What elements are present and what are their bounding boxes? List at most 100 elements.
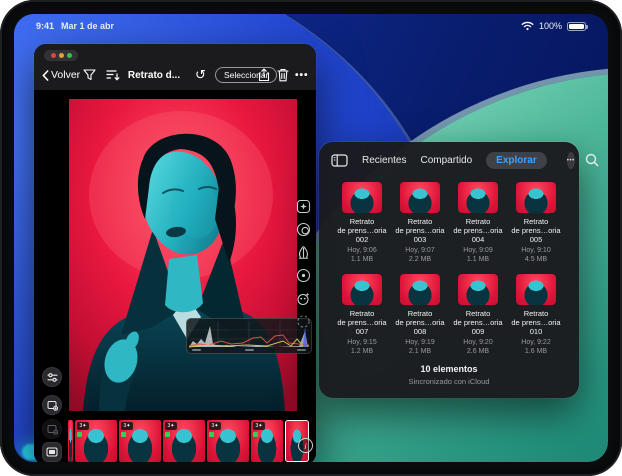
photo-canvas[interactable] bbox=[69, 99, 297, 411]
delete-button[interactable] bbox=[277, 63, 289, 87]
tab-explorar[interactable]: Explorar bbox=[486, 152, 547, 169]
white-balance-tool-button[interactable] bbox=[295, 221, 311, 237]
sort-lines-icon bbox=[106, 69, 120, 81]
film-thumb[interactable]: 3✦ bbox=[207, 420, 249, 462]
star-icon: ✦ bbox=[126, 423, 130, 429]
film-thumb[interactable]: 3✦ bbox=[75, 420, 117, 462]
edit-count-badge: 3✦ bbox=[253, 422, 265, 430]
file-size: 1.1 MB bbox=[467, 256, 489, 263]
edit-count-badge: 3✦ bbox=[77, 422, 89, 430]
file-size: 2.6 MB bbox=[467, 348, 489, 355]
window-controls[interactable] bbox=[44, 50, 78, 61]
tab-recientes[interactable]: Recientes bbox=[362, 155, 406, 166]
battery-percent: 100% bbox=[539, 21, 562, 31]
edit-count-badge: 3✦ bbox=[165, 422, 177, 430]
file-thumbnail[interactable] bbox=[516, 274, 556, 305]
editor-toolbar: Volver Retrato d... ↺ Seleccionar bbox=[34, 44, 316, 90]
back-label: Volver bbox=[51, 69, 80, 81]
history-tool-button[interactable] bbox=[295, 313, 311, 329]
star-icon: ✦ bbox=[170, 423, 174, 429]
minimize-window-dot[interactable] bbox=[59, 53, 64, 58]
back-button[interactable]: Volver bbox=[42, 63, 80, 87]
wifi-icon bbox=[521, 21, 534, 31]
editor-toolbar-row: Volver Retrato d... ↺ Seleccionar bbox=[34, 63, 316, 87]
more-button[interactable]: ••• bbox=[295, 63, 309, 87]
zoom-window-dot[interactable] bbox=[67, 53, 72, 58]
sort-button[interactable] bbox=[106, 63, 120, 87]
file-thumbnail[interactable] bbox=[400, 182, 440, 213]
editor-canvas: 3✦ 3✦ 3✦ 3✦ bbox=[34, 90, 316, 462]
info-button[interactable]: i bbox=[298, 438, 313, 453]
ellipsis-icon: ••• bbox=[567, 158, 575, 164]
browser-header: Recientes Compartido Explorar ••• bbox=[319, 142, 579, 178]
synced-dot bbox=[253, 432, 258, 437]
undo-button[interactable]: ↺ bbox=[195, 63, 206, 87]
browser-tabs: Recientes Compartido Explorar bbox=[362, 152, 547, 169]
edit-tool-rail bbox=[294, 198, 312, 329]
filmstrip: 3✦ 3✦ 3✦ 3✦ bbox=[34, 418, 316, 462]
filter-button[interactable] bbox=[83, 63, 96, 87]
screenshot-stage: 9:41Mar 1 de abr 100% bbox=[0, 0, 622, 476]
curves-tool-button[interactable] bbox=[295, 244, 311, 260]
synced-dot bbox=[209, 432, 214, 437]
chevron-left-icon bbox=[42, 70, 49, 81]
tab-compartido[interactable]: Compartido bbox=[420, 155, 472, 166]
file-thumbnail[interactable] bbox=[458, 182, 498, 213]
file-thumbnail[interactable] bbox=[516, 182, 556, 213]
file-item[interactable]: Retratode prens…oria 009 Hoy, 9:202.6 MB bbox=[449, 274, 507, 356]
browser-more-button[interactable]: ••• bbox=[567, 152, 575, 169]
film-thumb[interactable]: 3✦ bbox=[251, 420, 283, 462]
edit-count-badge: 3✦ bbox=[209, 422, 221, 430]
file-size: 1.1 MB bbox=[351, 256, 373, 263]
file-item[interactable]: Retratode prens…oria 005 Hoy, 9:104.5 MB bbox=[507, 182, 565, 264]
item-count: 10 elementos bbox=[319, 364, 579, 374]
edit-count-badge: 3✦ bbox=[121, 422, 133, 430]
file-thumbnail[interactable] bbox=[342, 274, 382, 305]
exposure-tool-button[interactable] bbox=[295, 267, 311, 283]
info-icon: i bbox=[305, 441, 307, 451]
filters-tool-button[interactable] bbox=[295, 198, 311, 214]
sidebar-toggle-button[interactable] bbox=[331, 154, 348, 167]
adjustments-button[interactable] bbox=[42, 367, 62, 387]
file-time: Hoy, 9:19 bbox=[405, 339, 434, 346]
file-name: Retrato bbox=[408, 309, 433, 318]
file-size: 2.1 MB bbox=[409, 348, 431, 355]
file-item[interactable]: Retratode prens…oria 007 Hoy, 9:151.2 MB bbox=[333, 274, 391, 356]
close-window-dot[interactable] bbox=[51, 53, 56, 58]
trash-icon bbox=[277, 68, 289, 82]
portrait-artwork bbox=[69, 99, 297, 411]
share-button[interactable] bbox=[258, 63, 270, 87]
copy-edits-button[interactable] bbox=[42, 395, 62, 415]
search-button[interactable] bbox=[585, 153, 599, 167]
icloud-sync-status: Sincronizado con iCloud bbox=[319, 377, 579, 386]
sidebar-icon bbox=[331, 154, 348, 167]
histogram-tick-labels bbox=[187, 349, 311, 351]
file-name: Retrato bbox=[524, 309, 549, 318]
file-size: 4.5 MB bbox=[525, 256, 547, 263]
ipad-device-frame: 9:41Mar 1 de abr 100% bbox=[0, 0, 622, 476]
document-title: Retrato d... bbox=[119, 63, 189, 87]
synced-dot bbox=[165, 432, 170, 437]
status-right: 100% bbox=[521, 21, 586, 31]
white-balance-icon bbox=[296, 222, 311, 237]
file-time: Hoy, 9:10 bbox=[521, 247, 550, 254]
file-thumbnail[interactable] bbox=[342, 182, 382, 213]
star-icon: ✦ bbox=[82, 423, 86, 429]
film-thumb[interactable]: 3✦ bbox=[163, 420, 205, 462]
file-grid: Retratode prens…oria 002 Hoy, 9:061.1 MB… bbox=[319, 178, 579, 356]
film-thumb[interactable]: 3✦ bbox=[119, 420, 161, 462]
file-item[interactable]: Retratode prens…oria 002 Hoy, 9:061.1 MB bbox=[333, 182, 391, 264]
file-size: 2.2 MB bbox=[409, 256, 431, 263]
status-bar: 9:41Mar 1 de abr 100% bbox=[14, 18, 608, 34]
file-item[interactable]: Retratode prens…oria 004 Hoy, 9:091.1 MB bbox=[449, 182, 507, 264]
file-item[interactable]: Retratode prens…oria 010 Hoy, 9:221.6 MB bbox=[507, 274, 565, 356]
effects-tool-button[interactable] bbox=[295, 290, 311, 306]
file-thumbnail[interactable] bbox=[458, 274, 498, 305]
file-thumbnail[interactable] bbox=[400, 274, 440, 305]
file-item[interactable]: Retratode prens…oria 003 Hoy, 9:072.2 MB bbox=[391, 182, 449, 264]
file-item[interactable]: Retratode prens…oria 008 Hoy, 9:192.1 MB bbox=[391, 274, 449, 356]
film-thumb-partial[interactable] bbox=[68, 420, 73, 462]
filters-icon bbox=[296, 199, 311, 214]
share-icon bbox=[258, 68, 270, 82]
star-icon: ✦ bbox=[214, 423, 218, 429]
